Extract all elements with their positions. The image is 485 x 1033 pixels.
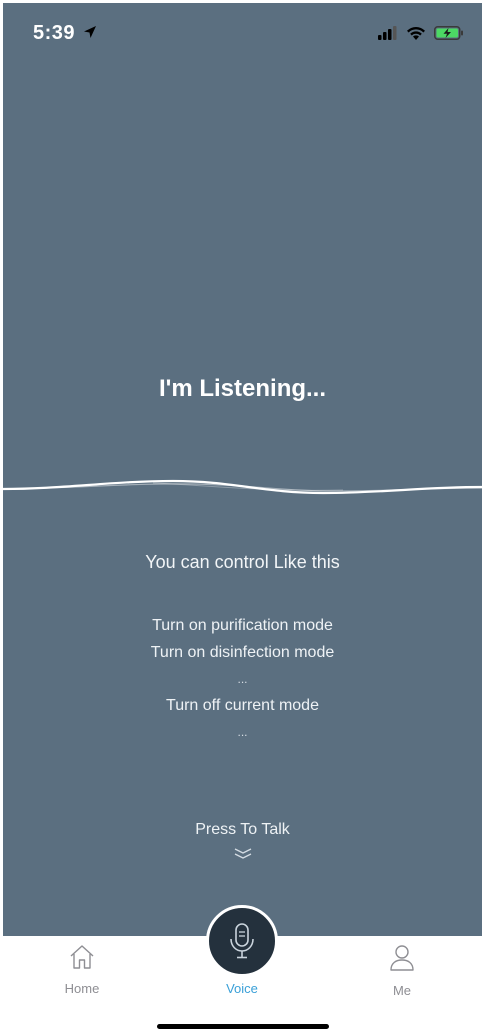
chevron-double-down-icon xyxy=(234,848,252,859)
example-commands: Turn on purification mode Turn on disinf… xyxy=(3,613,482,746)
example-ellipsis: ... xyxy=(237,725,248,739)
example-ellipsis: ... xyxy=(237,672,248,686)
tab-me-label: Me xyxy=(392,983,412,998)
tab-home[interactable]: Home xyxy=(42,944,122,996)
tab-voice-label: Voice xyxy=(226,981,258,996)
status-icons xyxy=(378,25,464,41)
tab-voice[interactable]: Voice xyxy=(202,981,282,996)
microphone-button[interactable] xyxy=(206,905,278,977)
voice-waveform xyxy=(3,479,482,495)
example-command: Turn on purification mode xyxy=(152,617,333,634)
voice-screen: 5:39 I'm Listening... You can control Li… xyxy=(3,3,482,936)
tab-home-label: Home xyxy=(64,981,100,996)
home-icon xyxy=(70,945,94,969)
status-time: 5:39 xyxy=(33,22,76,44)
location-arrow-icon xyxy=(84,26,96,38)
example-command: Turn off current mode xyxy=(166,696,319,714)
hint-title: You can control Like this xyxy=(145,552,340,572)
home-indicator xyxy=(157,1024,329,1029)
tab-me[interactable]: Me xyxy=(362,944,442,998)
battery-charging-icon xyxy=(434,26,463,40)
microphone-icon xyxy=(230,923,254,959)
example-command: Turn on disinfection mode xyxy=(150,643,335,661)
press-to-talk-label: Press To Talk xyxy=(195,821,290,838)
signal-icon xyxy=(378,26,397,40)
listening-title: I'm Listening... xyxy=(158,375,327,402)
wifi-icon xyxy=(407,26,425,40)
status-bar: 5:39 xyxy=(3,3,482,63)
user-icon xyxy=(390,945,414,971)
